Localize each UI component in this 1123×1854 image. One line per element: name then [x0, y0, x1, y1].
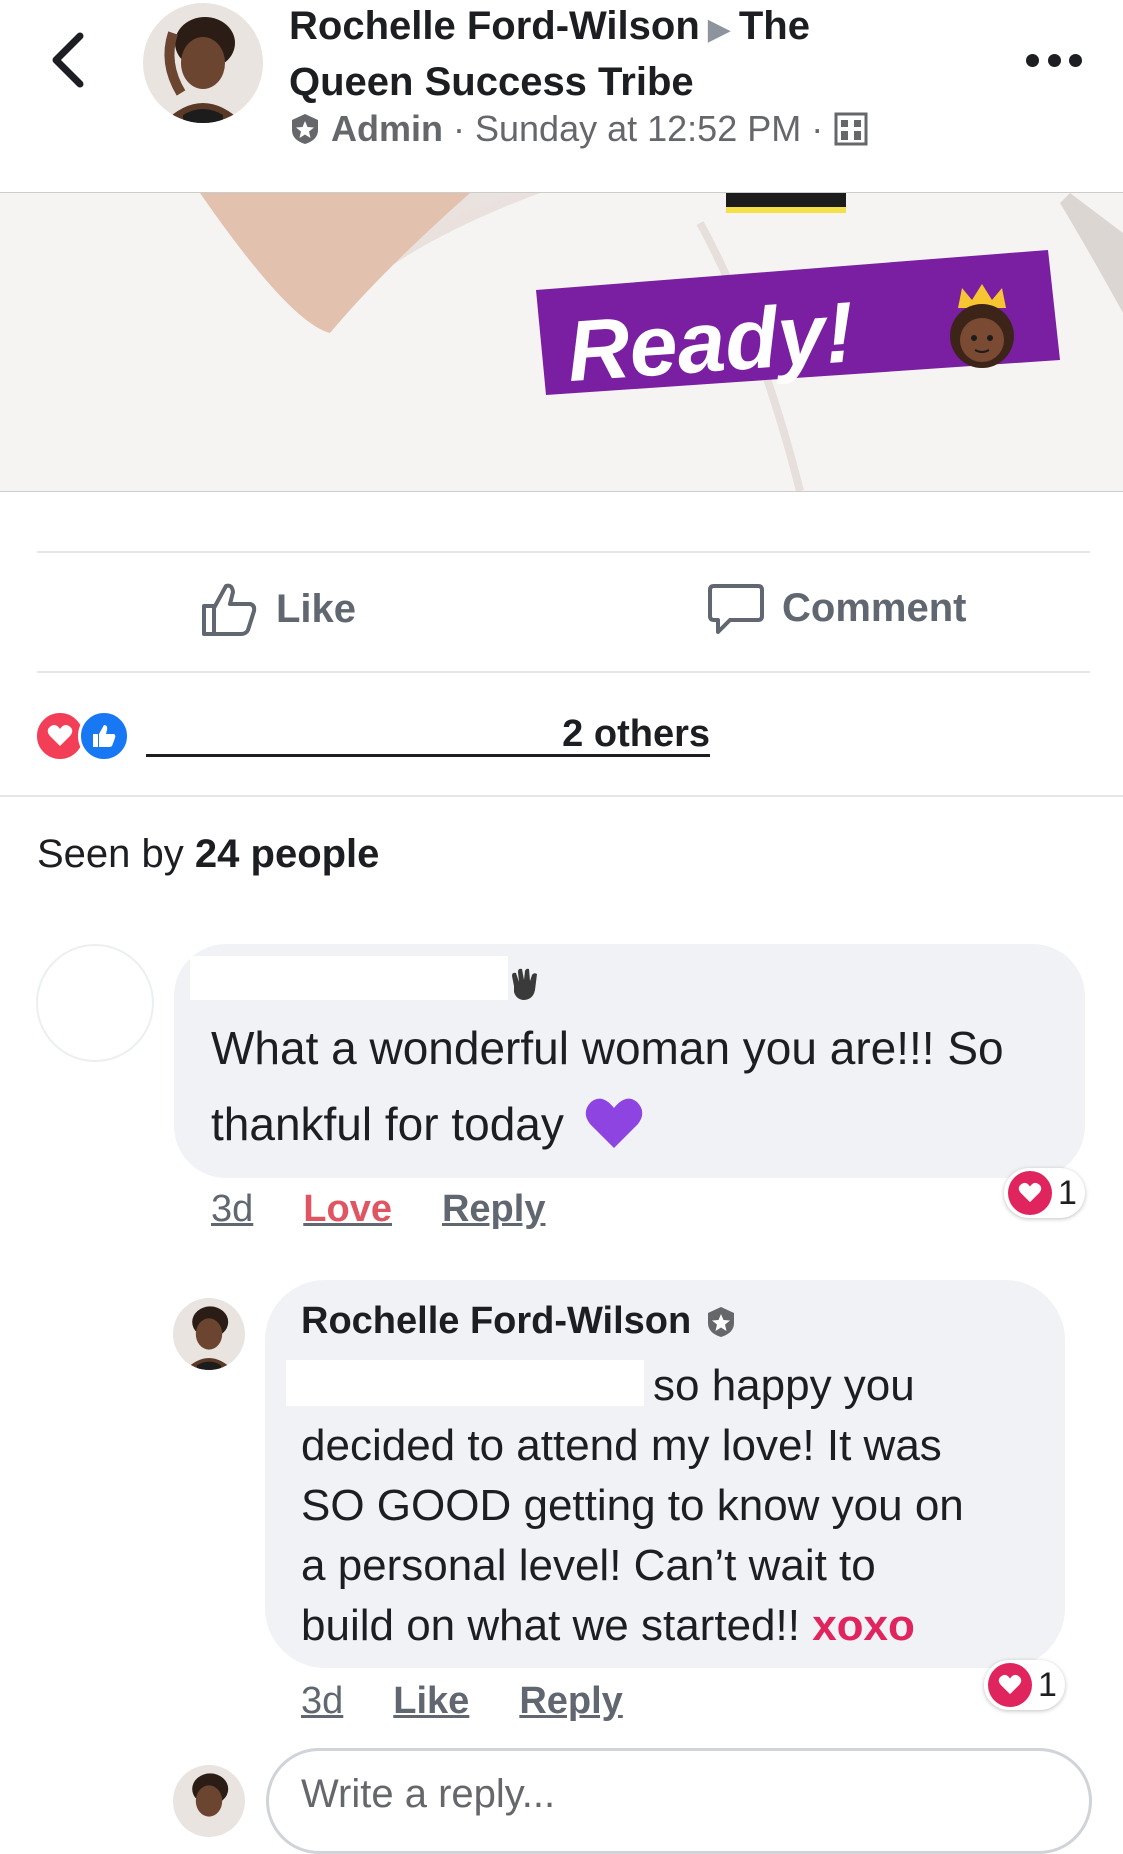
like-reaction-icon [78, 710, 130, 762]
meta-separator-2: · [811, 108, 824, 149]
reply-author-avatar[interactable] [173, 1298, 245, 1370]
purple-heart-icon [585, 1098, 642, 1148]
reply-line: so happy you [653, 1361, 915, 1410]
reply-reaction-count[interactable]: 1 [984, 1660, 1065, 1710]
admin-badge: Admin [331, 108, 443, 149]
reply-placeholder: Write a reply... [301, 1772, 556, 1816]
ready-banner: Ready! [536, 250, 1060, 395]
reply-author-name[interactable]: Rochelle Ford-Wilson [301, 1300, 691, 1343]
group-name-part1[interactable]: The [739, 4, 810, 48]
reply-line: SO GOOD getting to know you on [301, 1481, 964, 1530]
divider [37, 671, 1090, 673]
post-title: Rochelle Ford-Wilson ▶ The Queen Success T… [289, 0, 989, 108]
comment-reaction-count[interactable]: 1 [1004, 1168, 1085, 1218]
comment-icon [708, 584, 764, 634]
signoff: xoxo [812, 1601, 915, 1650]
admin-shield-icon [292, 114, 318, 144]
comment-reply-button[interactable]: Reply [442, 1188, 545, 1231]
seen-count: 24 people [194, 832, 380, 876]
love-reaction-icon [988, 1663, 1032, 1707]
group-name-part2[interactable]: Queen Success Tribe [289, 60, 694, 104]
group-privacy-icon [834, 112, 868, 146]
seen-by[interactable]: Seen by 24 people [37, 832, 379, 877]
comment-button[interactable]: Comment [708, 580, 966, 636]
comment-love-button[interactable]: Love [303, 1188, 392, 1231]
comment-label: Comment [782, 585, 967, 630]
reaction-count: 1 [1058, 1173, 1077, 1212]
reactions-others-link[interactable]: 2 others [146, 706, 710, 757]
reply-line: build on what we started!! xoxo [301, 1601, 915, 1650]
back-icon[interactable] [46, 30, 90, 90]
comment-text: What a wonderful woman you are!!! So tha… [211, 1010, 1061, 1162]
reply-text: so happy you decided to attend my love! … [301, 1356, 1061, 1656]
author-avatar[interactable] [143, 3, 263, 123]
comment-line: thankful for today [211, 1086, 1061, 1162]
my-avatar [173, 1765, 245, 1837]
divider [37, 551, 1090, 553]
seen-prefix: Seen by [37, 832, 184, 876]
comment-line: What a wonderful woman you are!!! So [211, 1022, 1004, 1074]
reaction-count: 1 [1038, 1665, 1057, 1704]
comment-actions: 3d Love Reply [211, 1188, 545, 1231]
reply-reply-button[interactable]: Reply [519, 1680, 622, 1723]
divider [0, 795, 1123, 797]
reply-like-button[interactable]: Like [393, 1680, 469, 1723]
reply-actions: 3d Like Reply [301, 1680, 623, 1723]
love-reaction-icon [1008, 1171, 1052, 1215]
post-timestamp[interactable]: Sunday at 12:52 PM [475, 108, 801, 150]
thumbs-up-icon [202, 583, 257, 636]
reaction-icons[interactable] [34, 710, 130, 762]
redacted-name [190, 956, 508, 1000]
author-name[interactable]: Rochelle Ford-Wilson [289, 4, 700, 48]
arrow-right-icon: ▶ [707, 13, 731, 46]
meta-separator: · [453, 108, 465, 149]
reply-time[interactable]: 3d [301, 1680, 343, 1723]
admin-shield-icon [708, 1306, 735, 1337]
like-label: Like [276, 586, 357, 631]
reply-line: decided to attend my love! It was [301, 1421, 942, 1470]
reply-author[interactable]: Rochelle Ford-Wilson [301, 1300, 737, 1343]
ready-text: Ready! [564, 284, 857, 395]
like-button[interactable]: Like [200, 580, 356, 638]
post-meta: Admin · Sunday at 12:52 PM · [289, 108, 869, 150]
comment-time[interactable]: 3d [211, 1188, 253, 1231]
reply-line: a personal level! Can’t wait to [301, 1541, 876, 1590]
more-options-icon[interactable] [1026, 50, 1082, 70]
waving-hand-icon [512, 968, 537, 1000]
commenter-avatar[interactable] [36, 944, 154, 1062]
